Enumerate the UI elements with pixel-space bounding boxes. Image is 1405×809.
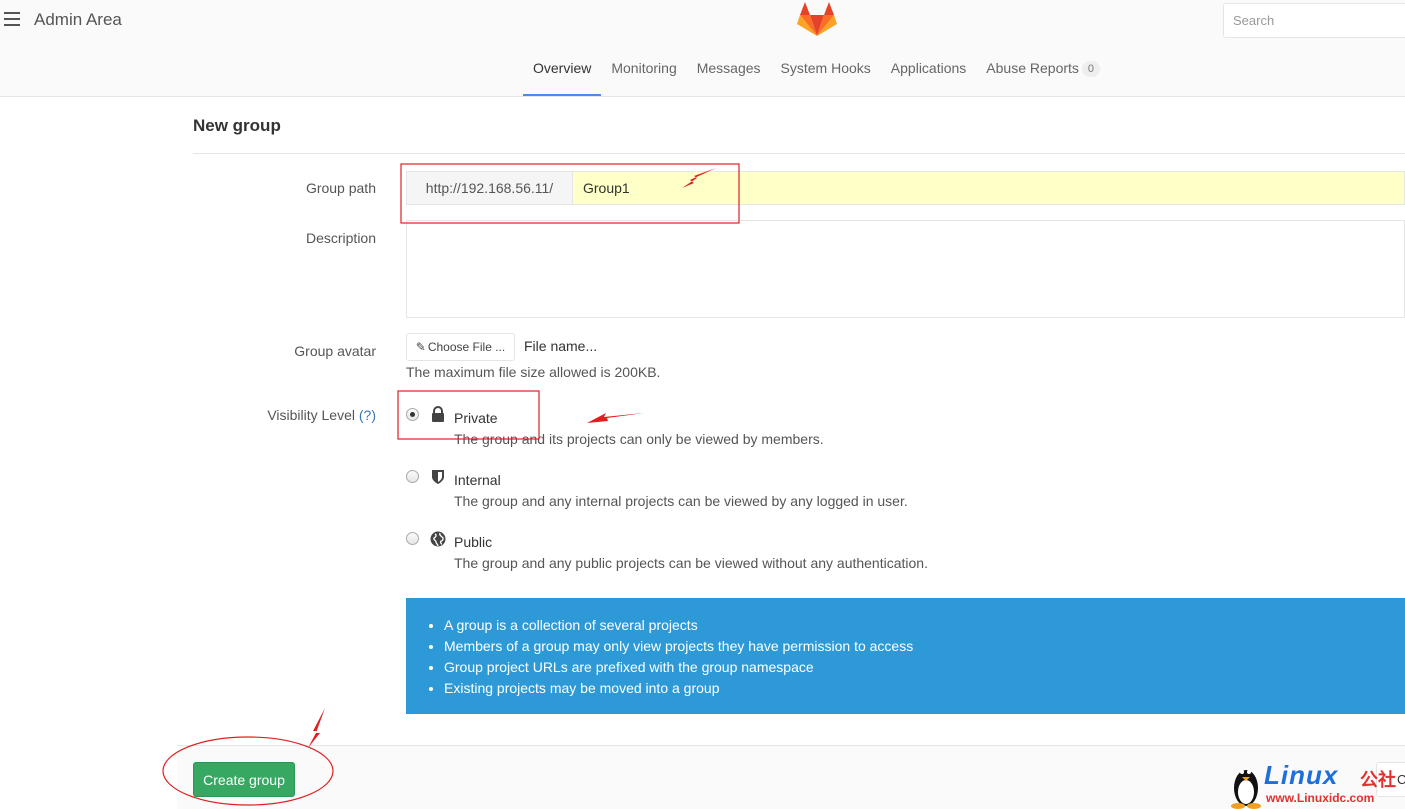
visibility-level-label: Visibility Level (?) bbox=[193, 407, 376, 423]
file-name-text: File name... bbox=[524, 338, 598, 354]
visibility-help-link[interactable]: (?) bbox=[359, 407, 376, 423]
group-path-prefix: http://192.168.56.11/ bbox=[406, 171, 572, 205]
description-textarea[interactable] bbox=[406, 220, 1405, 318]
gitlab-logo[interactable] bbox=[797, 2, 837, 38]
tab-label: Abuse Reports bbox=[986, 60, 1079, 76]
group-avatar-label: Group avatar bbox=[294, 343, 376, 359]
page-title: New group bbox=[193, 116, 281, 135]
page-section-title: Admin Area bbox=[34, 10, 122, 29]
visibility-internal-desc: The group and any internal projects can … bbox=[454, 493, 908, 509]
file-size-help: The maximum file size allowed is 200KB. bbox=[406, 364, 661, 380]
group-path-field: http://192.168.56.11/ bbox=[406, 171, 1405, 205]
globe-icon bbox=[430, 531, 446, 547]
tab-messages[interactable]: Messages bbox=[687, 52, 771, 96]
watermark-cn: 公社 bbox=[1360, 770, 1396, 790]
annotation-arrow-create bbox=[308, 708, 325, 748]
search-input[interactable] bbox=[1223, 3, 1405, 38]
visibility-public-radio[interactable] bbox=[406, 532, 419, 545]
tab-applications[interactable]: Applications bbox=[881, 52, 977, 96]
visibility-label-text: Visibility Level bbox=[267, 407, 355, 423]
tab-abuse-reports[interactable]: Abuse Reports 0 bbox=[976, 52, 1110, 96]
info-item: Existing projects may be moved into a gr… bbox=[444, 678, 1405, 699]
tab-monitoring[interactable]: Monitoring bbox=[601, 52, 686, 96]
tab-label: Applications bbox=[890, 60, 967, 76]
visibility-private-title: Private bbox=[454, 410, 498, 426]
watermark-url: www.Linuxidc.com bbox=[1266, 791, 1375, 805]
create-group-button[interactable]: Create group bbox=[193, 762, 295, 797]
description-label: Description bbox=[305, 230, 376, 246]
watermark-text: Linux bbox=[1264, 760, 1339, 790]
shield-icon bbox=[432, 470, 444, 484]
visibility-private-desc: The group and its projects can only be v… bbox=[454, 431, 824, 447]
group-path-label: Group path bbox=[305, 180, 376, 196]
visibility-internal-title: Internal bbox=[454, 472, 501, 488]
paperclip-icon: ✎ bbox=[415, 340, 426, 354]
top-header: Admin Area Overview Monitoring Messages … bbox=[0, 0, 1405, 97]
info-item: Members of a group may only view project… bbox=[444, 636, 1405, 657]
tab-label: Monitoring bbox=[611, 60, 677, 76]
hamburger-menu-icon[interactable] bbox=[4, 12, 20, 26]
choose-file-label: Choose File ... bbox=[427, 340, 506, 354]
tab-overview[interactable]: Overview bbox=[523, 52, 602, 96]
tab-label: System Hooks bbox=[780, 60, 871, 76]
form-actions-bar bbox=[177, 745, 1405, 809]
info-list: A group is a collection of several proje… bbox=[444, 615, 1405, 699]
admin-nav-tabs: Overview Monitoring Messages System Hook… bbox=[523, 52, 1110, 97]
divider bbox=[193, 153, 1405, 154]
visibility-internal-radio[interactable] bbox=[406, 470, 419, 483]
group-path-input[interactable] bbox=[572, 171, 1405, 205]
visibility-public-desc: The group and any public projects can be… bbox=[454, 555, 928, 571]
tab-system-hooks[interactable]: System Hooks bbox=[771, 52, 881, 96]
visibility-private-radio[interactable] bbox=[406, 408, 419, 421]
annotation-arrow-private bbox=[587, 413, 644, 423]
tab-label: Overview bbox=[533, 60, 592, 76]
info-item: A group is a collection of several proje… bbox=[444, 615, 1405, 636]
visibility-public-title: Public bbox=[454, 534, 493, 550]
count-badge: 0 bbox=[1081, 61, 1101, 77]
tab-label: Messages bbox=[696, 60, 761, 76]
info-item: Group project URLs are prefixed with the… bbox=[444, 657, 1405, 678]
group-info-box: A group is a collection of several proje… bbox=[406, 598, 1405, 714]
choose-file-button[interactable]: ✎ Choose File ... bbox=[406, 333, 515, 361]
lock-icon bbox=[432, 406, 444, 422]
